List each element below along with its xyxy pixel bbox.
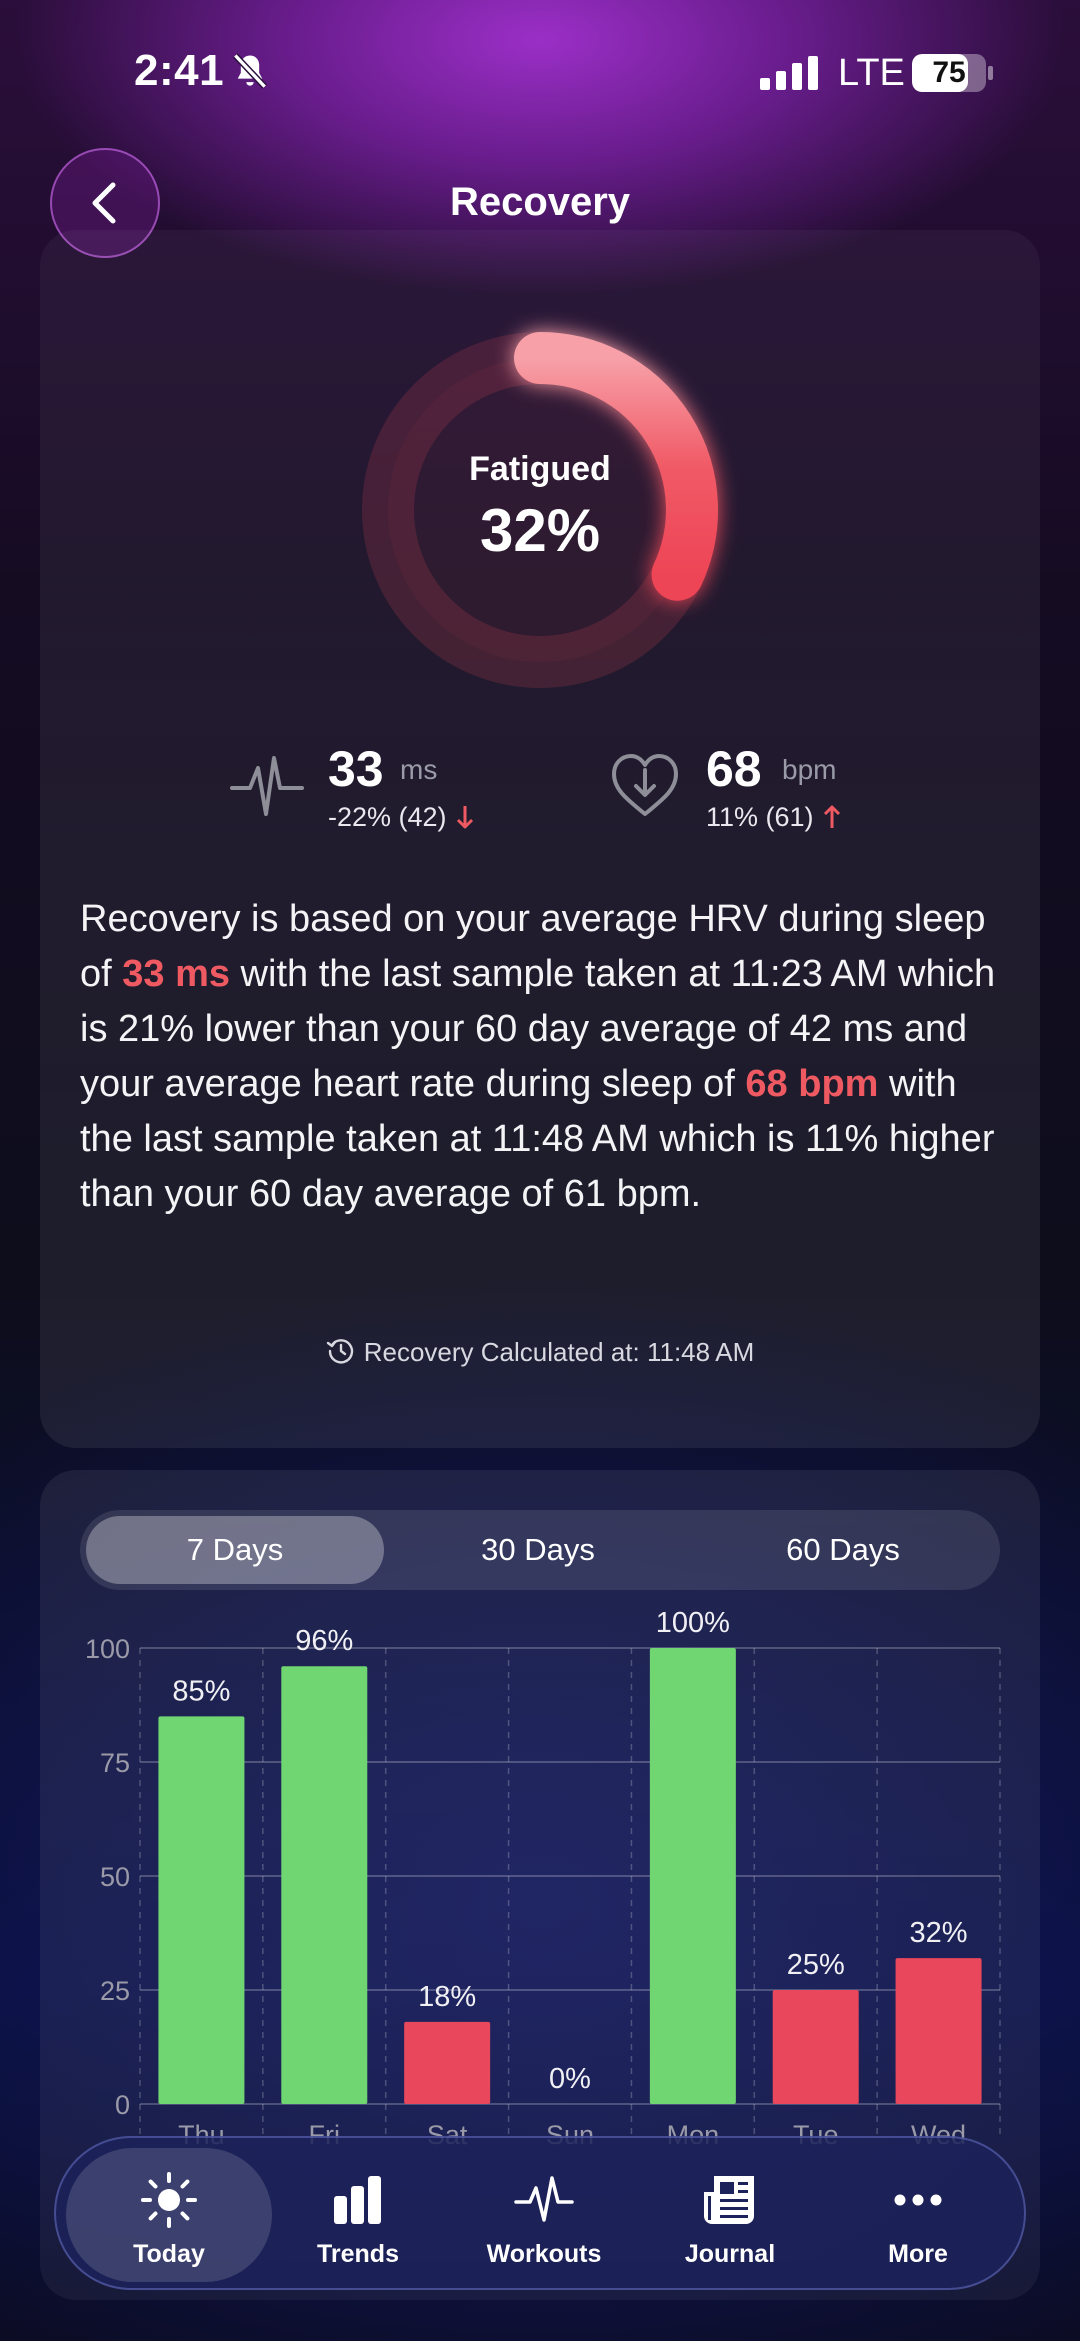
heart-rate-value: 68 — [706, 741, 762, 797]
arrow-down-icon — [456, 806, 473, 829]
heart-rate-unit: bpm — [782, 754, 837, 785]
hrv-metric: 33 ms -22% (42) — [230, 740, 530, 840]
description-hr-highlight: 68 bpm — [745, 1063, 879, 1105]
page-title: Recovery — [449, 180, 631, 224]
ellipsis-icon — [894, 2194, 942, 2206]
battery-nub — [988, 66, 993, 80]
recovery-state: Fatigued — [469, 450, 611, 488]
status-time: 2:41 — [134, 46, 225, 95]
heart-down-icon — [612, 754, 678, 816]
tab-today-label: Today — [133, 2240, 205, 2268]
recovery-calculated-at: Recovery Calculated at: 11:48 AM — [0, 1336, 1080, 1368]
tab-7-days[interactable]: 7 Days — [86, 1516, 384, 1584]
bell-slash-icon — [233, 53, 267, 89]
arrow-up-icon — [823, 805, 840, 828]
sun-icon — [141, 2172, 197, 2228]
pulse-icon — [514, 2176, 574, 2222]
battery-percent: 75 — [932, 56, 966, 89]
bottom-tab-bar: Today Trends Workouts Journal More — [54, 2136, 1026, 2290]
tab-more-label: More — [888, 2240, 948, 2268]
tab-trends-label: Trends — [317, 2240, 399, 2268]
heart-rate-metric: 68 bpm 11% (61) — [608, 740, 928, 840]
hrv-unit: ms — [400, 754, 438, 785]
tab-today[interactable]: Today — [66, 2148, 272, 2282]
tab-workouts-label: Workouts — [486, 2240, 602, 2268]
network-type: LTE — [838, 52, 905, 94]
tab-60-days[interactable]: 60 Days — [692, 1516, 994, 1584]
heart-rate-delta-text: 11% (61) — [706, 802, 814, 832]
tab-workouts[interactable]: Workouts — [452, 2148, 636, 2282]
status-bar: 2:41 LTE 75 — [0, 0, 1080, 150]
newspaper-icon — [704, 2176, 754, 2224]
recovery-description: Recovery is based on your average HRV du… — [80, 892, 1010, 1222]
heart-rate-delta: 11% (61) — [706, 802, 842, 833]
tab-journal[interactable]: Journal — [638, 2148, 822, 2282]
tab-30-days[interactable]: 30 Days — [388, 1516, 688, 1584]
range-selector: 7 Days 30 Days 60 Days — [80, 1510, 1000, 1590]
recovery-percent: 32% — [479, 497, 601, 564]
hrv-delta-text: -22% (42) — [328, 802, 447, 832]
history-icon — [326, 1339, 353, 1364]
calculated-at-text: Recovery Calculated at: 11:48 AM — [363, 1337, 755, 1367]
pulse-line-icon — [230, 756, 304, 816]
battery-icon: 75 — [912, 54, 986, 92]
hrv-value: 33 — [328, 741, 384, 797]
tab-journal-label: Journal — [684, 2240, 776, 2268]
tab-more[interactable]: More — [826, 2148, 1010, 2282]
bar-chart-icon — [334, 2176, 381, 2224]
signal-icon — [760, 56, 818, 90]
description-hrv-highlight: 33 ms — [122, 953, 230, 995]
hrv-delta: -22% (42) — [328, 802, 475, 833]
tab-trends[interactable]: Trends — [266, 2148, 450, 2282]
